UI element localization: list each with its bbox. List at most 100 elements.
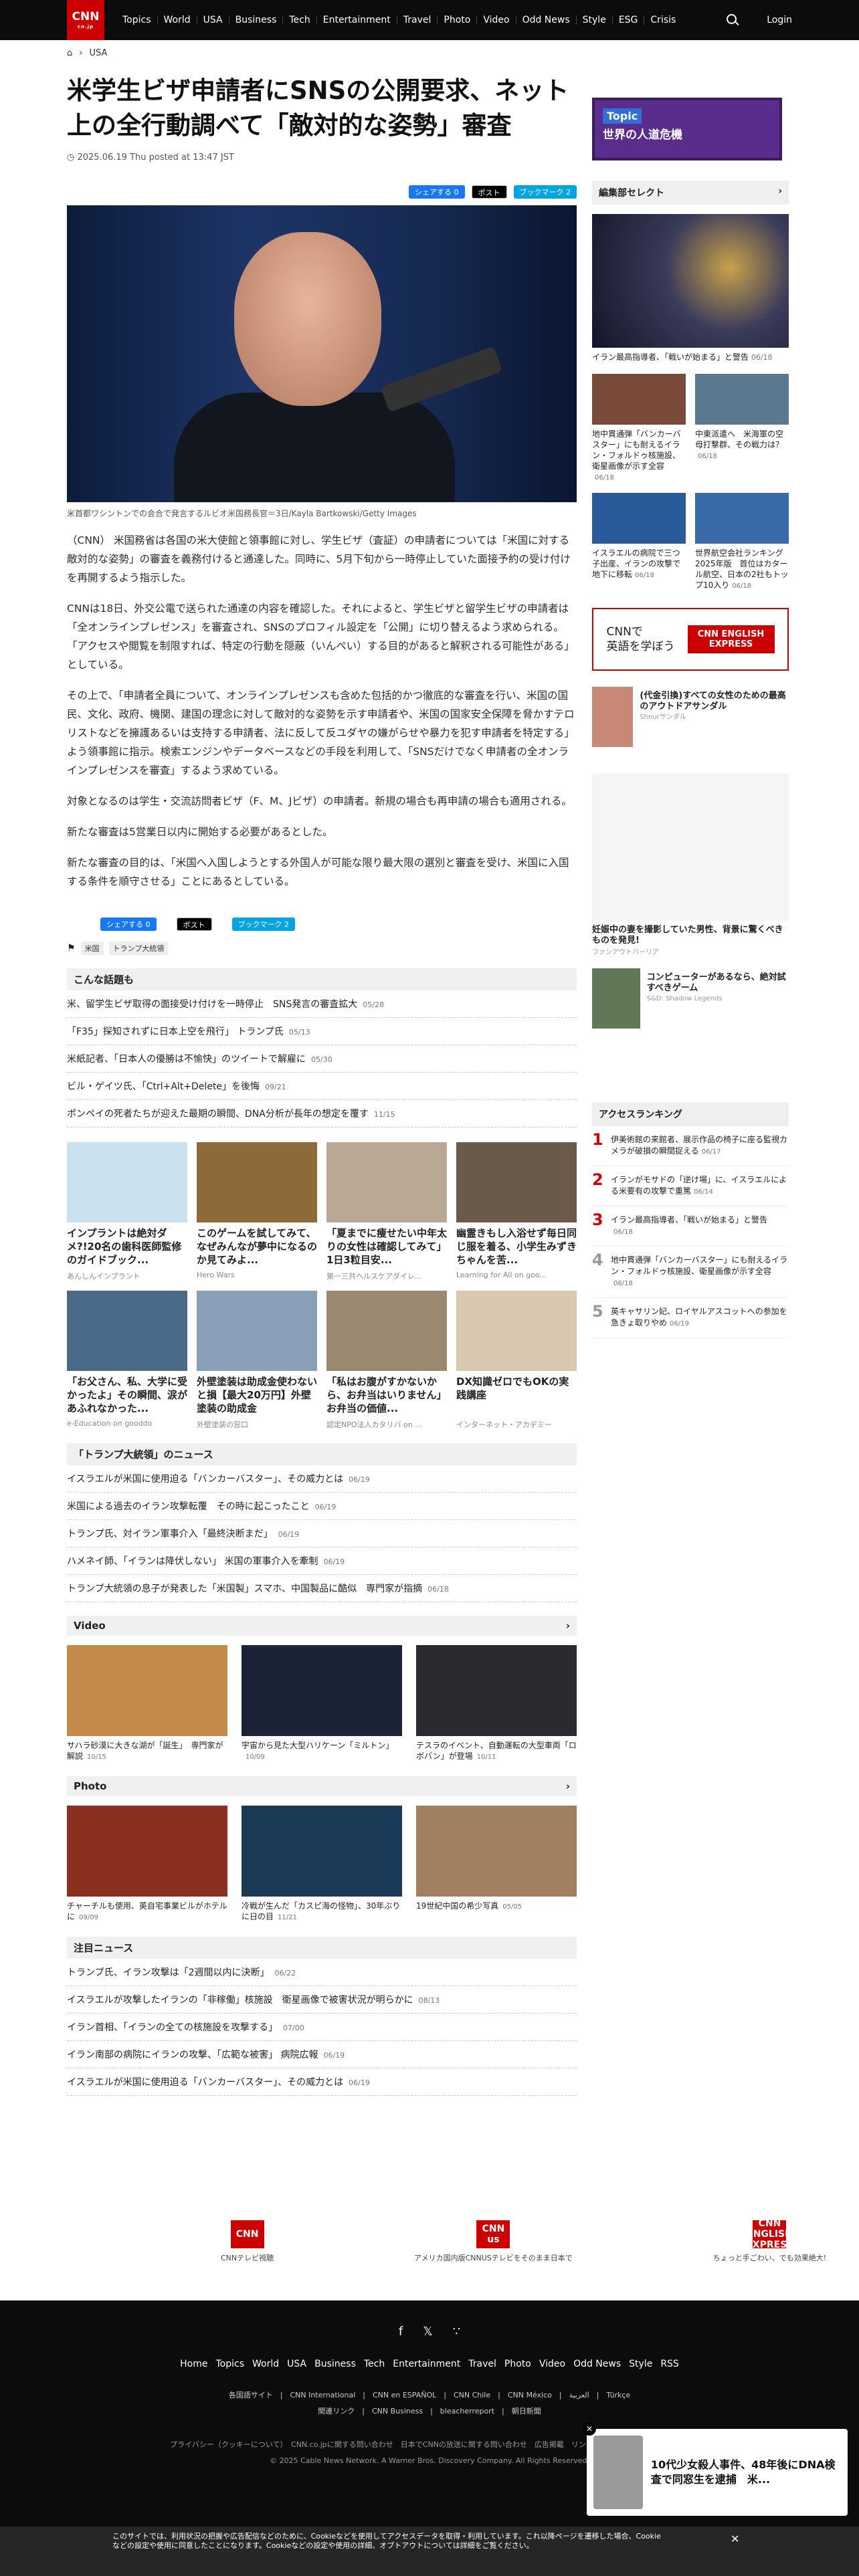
video-item[interactable]: サハラ砂漠に大きな湖が「誕生」 専門家が解説 10/15 <box>67 1645 227 1763</box>
english-lesson-banner[interactable]: CNNで 英語を学ぼう CNN ENGLISH EXPRESS <box>592 608 789 671</box>
editor-title: 地中貫通弾「バンカーバスター」にも耐えるイラン・フォルドゥ核施設、衛星画像が示す… <box>592 429 686 484</box>
list-item[interactable]: トランプ氏、イラン攻撃は「2週間以内に決断」 06/22 <box>67 1959 577 1986</box>
sponsored-item[interactable]: 外壁塗装は助成金使わないと損【最大20万円】外壁塗装の助成金 外壁塗装の窓口 <box>197 1291 317 1430</box>
nav-item-6[interactable]: Travel <box>397 15 438 25</box>
main-story-title[interactable]: イラン最高指導者、「戦いが始まる」と警告 06/18 <box>592 352 789 363</box>
ranking-item[interactable]: 3 イラン最高指導者、「戦いが始まる」と警告 06/18 <box>592 1206 789 1247</box>
nav-item-2[interactable]: USA <box>197 15 229 25</box>
search-icon[interactable] <box>725 13 740 27</box>
main-story-image[interactable] <box>592 214 789 348</box>
sponsored-item[interactable]: インプラントは絶対ダメ?!20名の歯科医師監修のガイドブック... あんしんインプ… <box>67 1142 187 1281</box>
chevron-right-icon: › <box>565 1780 570 1792</box>
x-post-button[interactable]: ポスト <box>471 185 507 199</box>
facebook-share-button[interactable]: シェアする 0 <box>409 185 465 199</box>
footer-nav-item[interactable]: Odd News <box>573 2359 621 2369</box>
list-item[interactable]: 米紙記者、「日本人の優勝は不愉快」のツイートで解雇に 05/30 <box>67 1045 577 1073</box>
cnn-logo[interactable]: CNN co.jp <box>67 0 104 40</box>
partner-item[interactable]: CNN ENGLISH EXPRESS ちょっと手ごわい、でも効果絶大! <box>713 2218 826 2263</box>
editor-item[interactable]: 中東派遣へ 米海軍の空母打撃群、その戦力は？ 06/18 <box>695 374 789 484</box>
editor-select-heading[interactable]: 編集部セレクト › <box>592 181 789 205</box>
nav-item-1[interactable]: World <box>158 15 197 25</box>
nav-item-5[interactable]: Entertainment <box>317 15 397 25</box>
list-item[interactable]: ポンペイの死者たちが迎えた最期の瞬間、DNA分析が長年の想定を覆す 11/15 <box>67 1100 577 1128</box>
nav-item-11[interactable]: ESG <box>613 15 645 25</box>
editor-item[interactable]: 世界航空会社ランキング2025年版 首位はカタール航空、日本の2社もトップ10入… <box>695 493 789 592</box>
sponsored-item[interactable]: このゲームを試してみて、なぜみんなが夢中になるのか見てみよ... Hero War… <box>197 1142 317 1281</box>
footer-nav-item[interactable]: Business <box>314 2359 356 2369</box>
ad-pregnant[interactable]: 妊娠中の妻を撮影していた男性、背景に驚くべきものを発見! ファンアウトバーリア <box>592 774 789 956</box>
list-item[interactable]: 「F35」探知されずに日本上空を飛行」 トランプ氏 05/13 <box>67 1018 577 1045</box>
sponsored-item[interactable]: 「私はお腹がすかないから、お弁当はいりません」お弁当の価値... 認定NPO法人カ… <box>326 1291 447 1430</box>
list-item[interactable]: トランプ氏、対イラン軍事介入「最終決断まだ」 06/19 <box>67 1520 577 1547</box>
footer-nav-item[interactable]: World <box>252 2359 279 2369</box>
list-item[interactable]: イラン首相、「イランの全ての核施設を攻撃する」 07/00 <box>67 2014 577 2041</box>
hatena-bookmark-button-bottom[interactable]: ブックマーク 2 <box>231 918 295 931</box>
nav-item-4[interactable]: Tech <box>283 15 317 25</box>
list-item[interactable]: トランプ大統領の息子が発表した「米国製」スマホ、中国製品に酷似 専門家が指摘 06… <box>67 1575 577 1602</box>
footer-nav-item[interactable]: Entertainment <box>393 2359 460 2369</box>
photo-heading[interactable]: Photo › <box>67 1776 577 1796</box>
home-icon[interactable]: ⌂ <box>67 48 72 58</box>
nav-item-12[interactable]: Crisis <box>644 15 682 25</box>
footer-nav-item[interactable]: Photo <box>504 2359 531 2369</box>
video-item[interactable]: テスラのイベント、自動運転の大型車両「ロボバン」が登場 10/11 <box>416 1645 577 1763</box>
list-item[interactable]: ハメネイ師、「イランは降伏しない」 米国の軍事介入を牽制 06/19 <box>67 1547 577 1575</box>
sponsored-item[interactable]: 幽霊きもし入浴せず毎日同じ服を着る、小学生みずきちゃんを苦... Learning… <box>456 1142 577 1281</box>
rss-icon[interactable]: ∵ <box>453 2325 460 2339</box>
footer-nav-item[interactable]: Home <box>180 2359 207 2369</box>
x-post-button-bottom[interactable]: ポスト <box>176 918 212 931</box>
sponsored-item[interactable]: DX知識ゼロでもOKの実践講座 インターネット・アカデミー <box>456 1291 577 1430</box>
close-icon[interactable]: ✕ <box>731 2534 739 2545</box>
photo-item[interactable]: チャーチルも使用、英自宅事業ビルがホテルに 09/09 <box>67 1806 227 1923</box>
footer-nav-item[interactable]: USA <box>287 2359 306 2369</box>
photo-item[interactable]: 冷戦が生んだ「カスピ海の怪物」、30年ぶりに日の目 11/21 <box>242 1806 402 1923</box>
footer-nav-item[interactable]: Topics <box>216 2359 245 2369</box>
video-item[interactable]: 宇宙から見た大型ハリケーン「ミルトン」 10/09 <box>242 1645 402 1763</box>
sponsored-item[interactable]: 「夏までに痩せたい中年太りの女性は確認してみて」1日3粒目安... 第一三共ヘルス… <box>326 1142 447 1281</box>
footer-nav-item[interactable]: Tech <box>364 2359 385 2369</box>
nav-item-9[interactable]: Odd News <box>516 15 577 25</box>
footer-nav-item[interactable]: Video <box>539 2359 565 2369</box>
list-item[interactable]: イスラエルが米国に使用迫る「バンカーバスター」、その威力とは 06/19 <box>67 1465 577 1493</box>
ranking-item[interactable]: 4 地中貫通弾「バンカーバスター」にも耐えるイラン・フォルドゥ核施設、衛星画像が示… <box>592 1247 789 1298</box>
footer-links-2[interactable]: 関連リンク | CNN Business | bleacherreport | … <box>0 2405 859 2416</box>
topic-banner[interactable]: Topic 世界の人道危機 <box>592 98 782 160</box>
tag-usa[interactable]: 米国 <box>80 942 104 955</box>
facebook-icon[interactable]: f <box>399 2325 403 2339</box>
photo-item[interactable]: 19世紀中国の希少写真 05/05 <box>416 1806 577 1923</box>
ad-game[interactable]: コンピューターがあるなら、絶対試すべきゲーム S&D: Shadow Legend… <box>592 968 789 1029</box>
ranking-item[interactable]: 2 イランがモサドの「逆け場」に、イスラエルによる米要有の攻撃で重篤 06/14 <box>592 1166 789 1206</box>
partner-item[interactable]: CNN us アメリカ国内版CNNUSテレビをそのまま日本で <box>414 2220 573 2263</box>
list-item[interactable]: イスラエルが攻撃したイランの「非稼働」核施設 衛星画像で被害状況が明らかに 08/… <box>67 1986 577 2014</box>
nav-item-3[interactable]: Business <box>229 15 284 25</box>
close-icon[interactable]: ✕ <box>583 2422 596 2436</box>
nav-item-7[interactable]: Photo <box>438 15 478 25</box>
list-item[interactable]: 米国による過去のイラン攻撃転覆 その時に起こったこと 06/19 <box>67 1493 577 1520</box>
breadcrumb-usa[interactable]: USA <box>89 48 107 58</box>
hatena-bookmark-button[interactable]: ブックマーク 2 <box>513 185 577 199</box>
nav-item-8[interactable]: Video <box>477 15 516 25</box>
popup-ad[interactable]: 10代少女殺人事件、48年後にDNA検査で同窓生を逮捕 米... ✕ <box>583 2422 848 2516</box>
editor-item[interactable]: イスラエルの病院で三つ子出産、イランの攻撃で地下に移転 06/18 <box>592 493 686 592</box>
footer-nav-item[interactable]: Style <box>629 2359 652 2369</box>
facebook-share-button-bottom[interactable]: シェアする 0 <box>100 918 157 931</box>
editor-item[interactable]: 地中貫通弾「バンカーバスター」にも耐えるイラン・フォルドゥ核施設、衛星画像が示す… <box>592 374 686 484</box>
x-icon[interactable]: 𝕏 <box>423 2325 433 2339</box>
tag-trump[interactable]: トランプ大統領 <box>108 942 169 955</box>
footer-nav-item[interactable]: Travel <box>468 2359 496 2369</box>
nav-item-0[interactable]: Topics <box>116 15 158 25</box>
nav-item-10[interactable]: Style <box>577 15 613 25</box>
login-button[interactable]: Login <box>767 15 792 25</box>
ranking-item[interactable]: 1 伊美術館の来館者、展示作品の椅子に座る監視カメラが破損の瞬間捉える 06/17 <box>592 1126 789 1166</box>
list-item[interactable]: ビル・ゲイツ氏、「Ctrl+Alt+Delete」を後悔 09/21 <box>67 1073 577 1100</box>
ad-sandals[interactable]: (代金引換)すべての女性のための最高のアウトドアサンダル Shnurサンダル <box>592 687 789 747</box>
list-item[interactable]: 米、留学生ビザ取得の面接受け付けを一時停止 SNS発言の審査拡大 05/28 <box>67 990 577 1018</box>
list-item[interactable]: イスラエルが米国に使用迫る「バンカーバスター」、その威力とは 06/19 <box>67 2068 577 2096</box>
partner-item[interactable]: CNN CNNテレビ視聴 <box>221 2220 274 2263</box>
list-item[interactable]: イラン南部の病院にイランの攻撃、「広範な被害」 病院広報 06/19 <box>67 2041 577 2068</box>
footer-links[interactable]: 各国語サイト | CNN International | CNN en ESPA… <box>0 2389 859 2400</box>
ranking-item[interactable]: 5 英キャサリン妃、ロイヤルアスコットへの参加を急きょ取りやめ 06/19 <box>592 1298 789 1338</box>
footer-nav-item[interactable]: RSS <box>660 2359 679 2369</box>
video-heading[interactable]: Video › <box>67 1616 577 1636</box>
sponsored-item[interactable]: 「お父さん、私、大学に受かったよ」その瞬間、涙があふれなかった... e-Educ… <box>67 1291 187 1430</box>
